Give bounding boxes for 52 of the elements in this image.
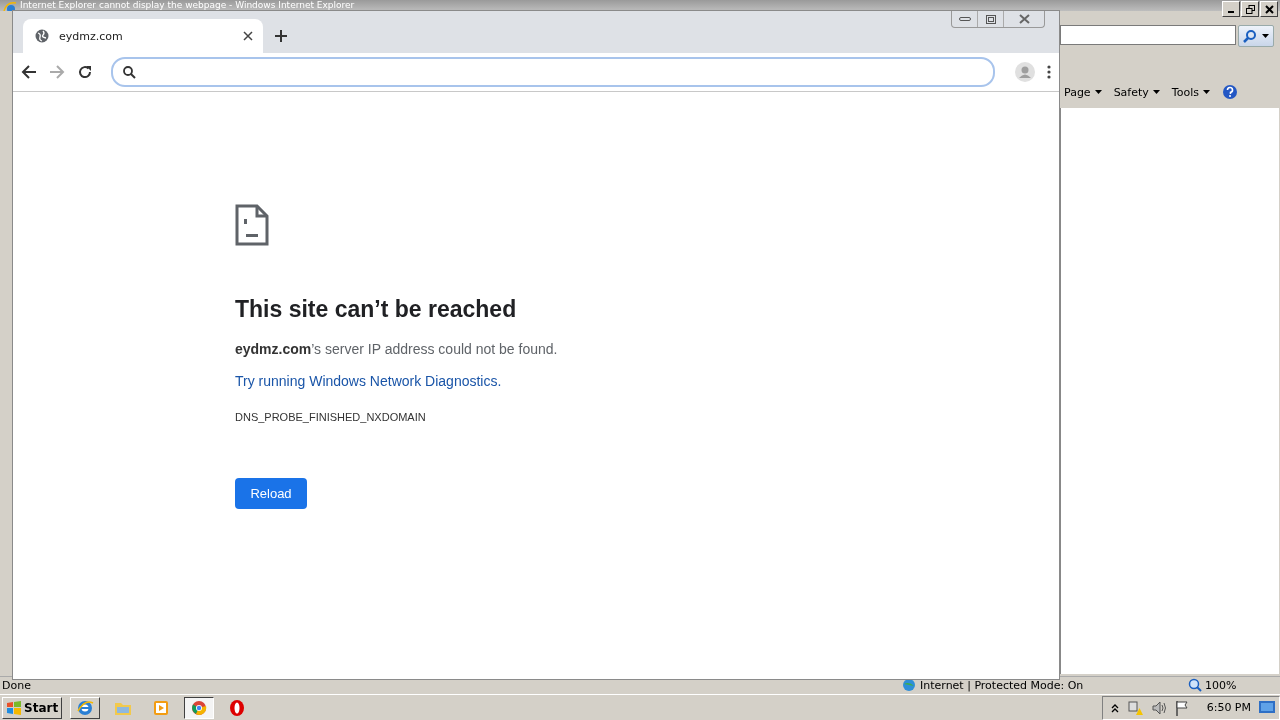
globe-icon xyxy=(902,678,916,692)
caret-icon xyxy=(1094,90,1102,94)
media-player-icon xyxy=(153,699,170,716)
sad-page-icon xyxy=(235,204,269,246)
minimize-icon xyxy=(958,16,971,22)
zoom-level[interactable]: 100% xyxy=(1188,678,1237,692)
restore-icon xyxy=(985,14,996,24)
address-field[interactable] xyxy=(111,57,995,87)
zoom-icon xyxy=(1188,678,1202,692)
search-icon xyxy=(1243,29,1258,43)
help-icon[interactable] xyxy=(1221,84,1238,100)
close-icon xyxy=(1018,14,1030,24)
start-button[interactable]: Start xyxy=(2,696,63,719)
chevron-up-icon[interactable] xyxy=(1110,702,1119,713)
taskbar-app[interactable] xyxy=(184,696,215,719)
windows-logo-icon xyxy=(6,700,22,715)
avatar-icon[interactable] xyxy=(1015,62,1035,82)
search-button[interactable] xyxy=(1238,25,1274,47)
back-arrow-icon[interactable] xyxy=(21,64,37,80)
speaker-icon[interactable] xyxy=(1150,699,1167,716)
close-button[interactable] xyxy=(1260,1,1278,17)
flag-icon[interactable] xyxy=(1174,699,1189,716)
reload-button[interactable]: Reload xyxy=(235,478,307,509)
diagnostics-link[interactable]: Try running Windows Network Diagnostics. xyxy=(235,373,502,389)
search-icon xyxy=(123,65,136,79)
show-desktop-icon[interactable] xyxy=(1259,700,1275,715)
caret-icon xyxy=(1152,90,1160,94)
security-zone-text: Internet | Protected Mode: On xyxy=(902,678,1084,692)
status-text: Done xyxy=(2,678,31,692)
error-heading: This site can’t be reached xyxy=(235,296,517,323)
caret-icon xyxy=(1202,90,1210,94)
browser-e-icon xyxy=(3,1,17,11)
search-field[interactable] xyxy=(1060,25,1236,45)
restore-icon xyxy=(1245,4,1255,14)
error-code: DNS_PROBE_FINISHED_NXDOMAIN xyxy=(235,411,426,423)
close-icon xyxy=(1264,4,1274,14)
caret-icon xyxy=(1261,34,1269,38)
browser-tab[interactable]: eydmz.com xyxy=(23,19,263,53)
command-menu[interactable]: Page xyxy=(1064,85,1102,99)
command-menu[interactable]: Safety xyxy=(1113,85,1160,99)
reload-icon[interactable] xyxy=(77,64,93,80)
new-tab-icon[interactable] xyxy=(275,30,287,42)
clock[interactable]: 6:50 PM xyxy=(1206,701,1251,714)
menu-icon[interactable] xyxy=(1047,65,1051,79)
command-menu[interactable]: Tools xyxy=(1171,85,1210,99)
globe-icon xyxy=(35,29,49,43)
error-message: eydmz.com’s server IP address could not be found. xyxy=(235,341,558,357)
window-title: Internet Explorer cannot display the webpage - Windows Internet Explorer xyxy=(20,0,355,10)
browser-e-icon xyxy=(76,698,95,717)
opera-logo-icon xyxy=(229,698,246,717)
close-icon[interactable] xyxy=(243,31,253,41)
chrome-logo-icon xyxy=(191,699,208,716)
